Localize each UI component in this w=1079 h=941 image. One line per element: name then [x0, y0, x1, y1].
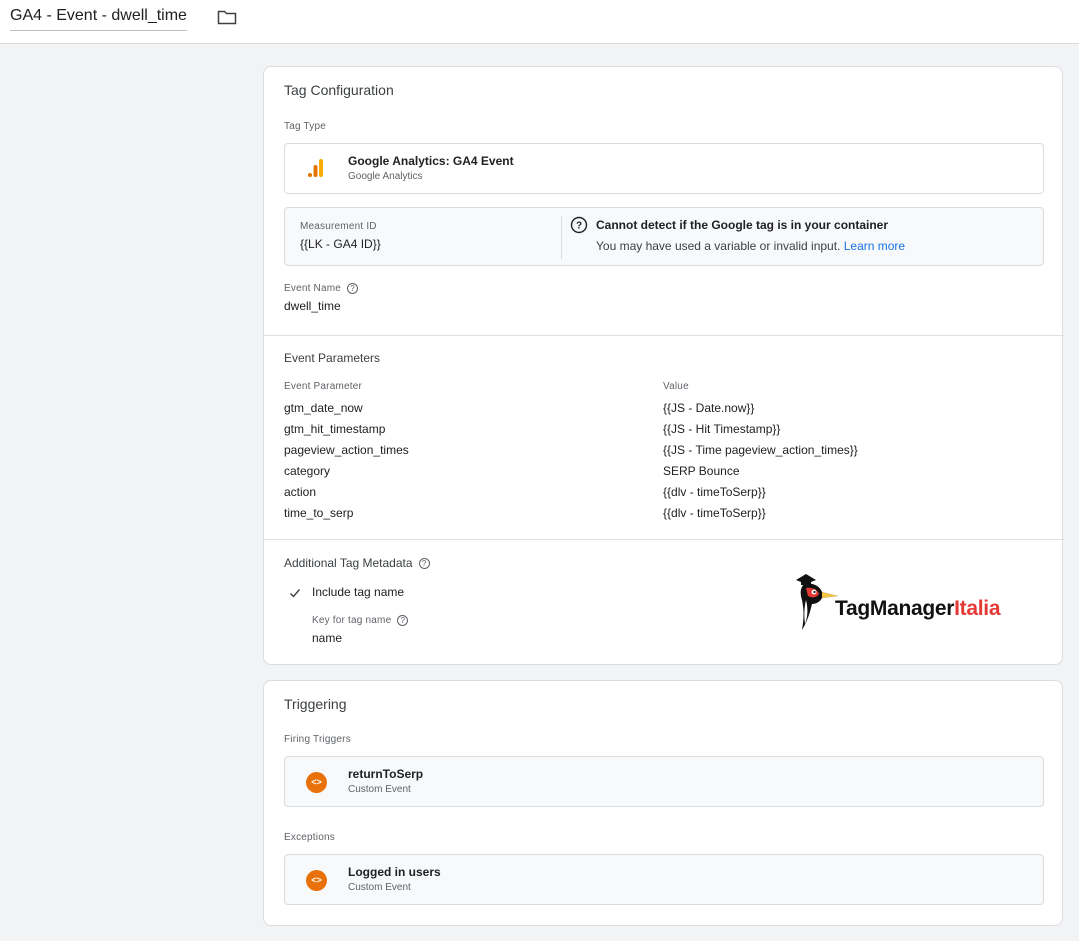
trigger-type: Custom Event [348, 882, 411, 893]
param-value: {{JS - Time pageview_action_times}} [663, 443, 858, 457]
tag-type-selector[interactable]: Google Analytics: GA4 Event Google Analy… [284, 143, 1044, 194]
param-col-header: Event Parameter [284, 381, 363, 392]
key-for-tag-name-value[interactable]: name [312, 631, 342, 645]
svg-text:?: ? [576, 221, 582, 232]
divider [264, 335, 1064, 336]
param-name: time_to_serp [284, 506, 354, 520]
include-tag-name-option[interactable]: Include tag name [312, 585, 404, 599]
measurement-id-value[interactable]: {{LK - GA4 ID}} [300, 237, 381, 251]
param-name: gtm_date_now [284, 401, 363, 415]
value-col-header: Value [663, 381, 689, 392]
measurement-id-label: Measurement ID [300, 221, 377, 232]
param-name: gtm_hit_timestamp [284, 422, 386, 436]
trigger-name: Logged in users [348, 865, 441, 879]
warning-body: You may have used a variable or invalid … [596, 239, 905, 253]
top-bar: GA4 - Event - dwell_time [0, 0, 1079, 44]
event-name-value[interactable]: dwell_time [284, 299, 341, 313]
key-for-tag-name-label: Key for tag name? [312, 615, 409, 627]
tag-configuration-card[interactable]: Tag Configuration Tag Type Google Analyt… [263, 66, 1064, 665]
tagmanageritalia-logo-text: TagManagerItalia [835, 597, 1001, 621]
tag-type-sub: Google Analytics [348, 171, 423, 182]
google-analytics-icon [308, 159, 323, 177]
folder-icon[interactable] [217, 9, 237, 25]
custom-event-icon: <> [306, 870, 327, 891]
custom-event-icon: <> [306, 772, 327, 793]
warning-text: You may have used a variable or invalid … [596, 239, 841, 253]
trigger-type: Custom Event [348, 784, 411, 795]
help-icon[interactable]: ? [347, 283, 359, 294]
param-name: action [284, 485, 317, 499]
woodpecker-mascot-icon [796, 574, 838, 630]
event-params-title: Event Parameters [284, 351, 381, 365]
param-name: pageview_action_times [284, 443, 409, 457]
key-label-text: Key for tag name [312, 615, 392, 627]
divider [561, 216, 562, 259]
section-title: Tag Configuration [284, 82, 394, 98]
learn-more-link[interactable]: Learn more [844, 239, 905, 253]
param-value: {{JS - Hit Timestamp}} [663, 422, 781, 436]
logo-part2: Italia [954, 597, 1001, 620]
tag-name-field[interactable]: GA4 - Event - dwell_time [10, 7, 187, 31]
firing-triggers-label: Firing Triggers [284, 734, 351, 745]
param-value: {{JS - Date.now}} [663, 401, 755, 415]
measurement-id-box: Measurement ID {{LK - GA4 ID}} ? Cannot … [284, 207, 1044, 266]
param-value: {{dlv - timeToSerp}} [663, 506, 766, 520]
triggering-card[interactable]: Triggering Firing Triggers <> returnToSe… [263, 680, 1063, 926]
tag-type-name: Google Analytics: GA4 Event [348, 154, 514, 168]
exceptions-label: Exceptions [284, 832, 335, 843]
event-name-label-text: Event Name [284, 283, 342, 295]
warning-title: Cannot detect if the Google tag is in yo… [596, 218, 889, 232]
help-icon[interactable]: ? [418, 558, 430, 570]
check-icon [290, 589, 301, 598]
exception-trigger-item[interactable]: <> Logged in users Custom Event [284, 854, 1044, 905]
divider [264, 539, 1064, 540]
param-name: category [284, 464, 331, 478]
param-value: SERP Bounce [663, 464, 740, 478]
question-circle-icon: ? [570, 216, 588, 234]
metadata-title: Additional Tag Metadata? [284, 556, 430, 570]
logo-part1: TagManager [835, 597, 955, 620]
section-title: Triggering [284, 696, 347, 712]
metadata-title-text: Additional Tag Metadata [284, 556, 413, 570]
firing-trigger-item[interactable]: <> returnToSerp Custom Event [284, 756, 1044, 807]
param-value: {{dlv - timeToSerp}} [663, 485, 766, 499]
trigger-name: returnToSerp [348, 767, 424, 781]
tag-type-label: Tag Type [284, 121, 327, 132]
event-name-label: Event Name? [284, 283, 359, 295]
help-icon[interactable]: ? [397, 615, 409, 626]
